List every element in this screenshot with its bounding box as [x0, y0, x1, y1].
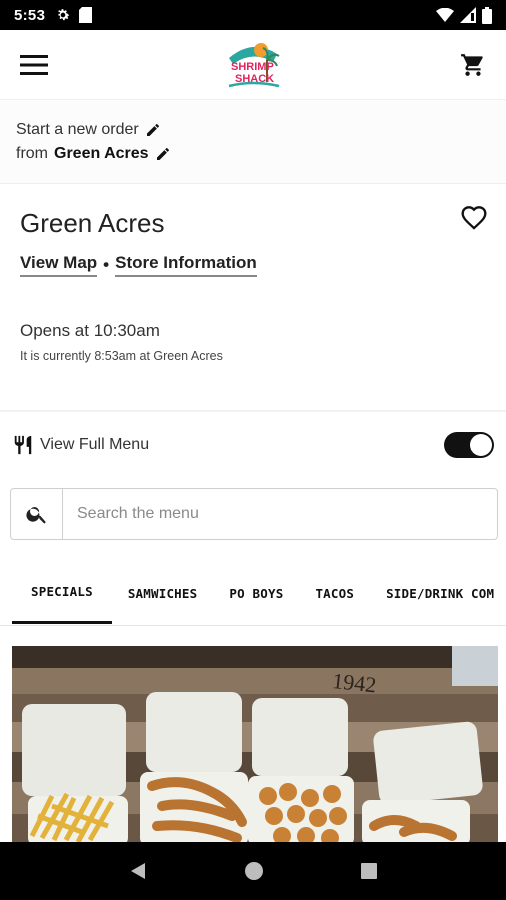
- gear-icon: [58, 9, 70, 21]
- tab-side-drink-combo[interactable]: SIDE/DRINK COM: [370, 562, 506, 624]
- search-icon: [25, 507, 46, 524]
- current-time-note: It is currently 8:53am at Green Acres: [20, 349, 223, 363]
- app-bar: SHRIMP SHACK: [0, 30, 506, 100]
- home-icon[interactable]: [244, 861, 264, 881]
- search-button[interactable]: [11, 489, 63, 539]
- full-menu-toggle[interactable]: [444, 432, 494, 458]
- signal-icon: [460, 7, 476, 23]
- sd-card-icon: [79, 7, 93, 23]
- recents-icon[interactable]: [360, 862, 378, 880]
- store-name: Green Acres: [20, 208, 165, 238]
- menu-category-tabs: SPECIALS SAMWICHES PO BOYS TACOS SIDE/DR…: [0, 562, 506, 626]
- back-icon[interactable]: [128, 861, 148, 881]
- store-information-link[interactable]: Store Information: [115, 253, 257, 277]
- tab-po-boys[interactable]: PO BOYS: [213, 562, 299, 624]
- wood-engraving-text: 1942: [331, 668, 377, 697]
- edit-order-icon[interactable]: [145, 122, 161, 138]
- tab-tacos[interactable]: TACOS: [299, 562, 370, 624]
- view-map-link[interactable]: View Map: [20, 253, 98, 277]
- view-full-menu-row: View Full Menu: [0, 420, 506, 470]
- tab-samwiches[interactable]: SAMWICHES: [112, 562, 214, 624]
- android-nav-bar: [0, 842, 506, 900]
- wifi-icon: [436, 8, 454, 22]
- order-location[interactable]: Green Acres: [54, 142, 149, 166]
- opening-time: Opens at 10:30am: [20, 321, 160, 340]
- shrimp-shack-logo[interactable]: SHRIMP SHACK: [223, 36, 283, 94]
- new-order-label: Start a new order: [16, 121, 139, 138]
- store-info: Green Acres View Map • Store Information…: [0, 184, 506, 412]
- from-label: from: [16, 145, 48, 162]
- status-bar: 5:53: [0, 0, 506, 30]
- favorite-heart-icon[interactable]: [460, 204, 488, 230]
- specials-food-image[interactable]: 1942: [12, 646, 498, 846]
- link-separator: •: [103, 255, 110, 274]
- status-time: 5:53: [14, 6, 46, 24]
- menu-search-box: [10, 488, 498, 540]
- logo-text-top: SHRIMP: [231, 61, 274, 73]
- search-input[interactable]: [63, 490, 497, 538]
- utensils-icon: [14, 435, 32, 455]
- edit-location-icon[interactable]: [155, 146, 171, 162]
- hamburger-icon[interactable]: [20, 54, 48, 76]
- battery-icon: [482, 6, 492, 24]
- view-full-menu-label: View Full Menu: [40, 436, 150, 453]
- tab-specials[interactable]: SPECIALS: [12, 562, 112, 624]
- order-banner: Start a new order from Green Acres: [0, 100, 506, 184]
- toggle-knob: [470, 434, 492, 456]
- cart-icon[interactable]: [460, 52, 486, 78]
